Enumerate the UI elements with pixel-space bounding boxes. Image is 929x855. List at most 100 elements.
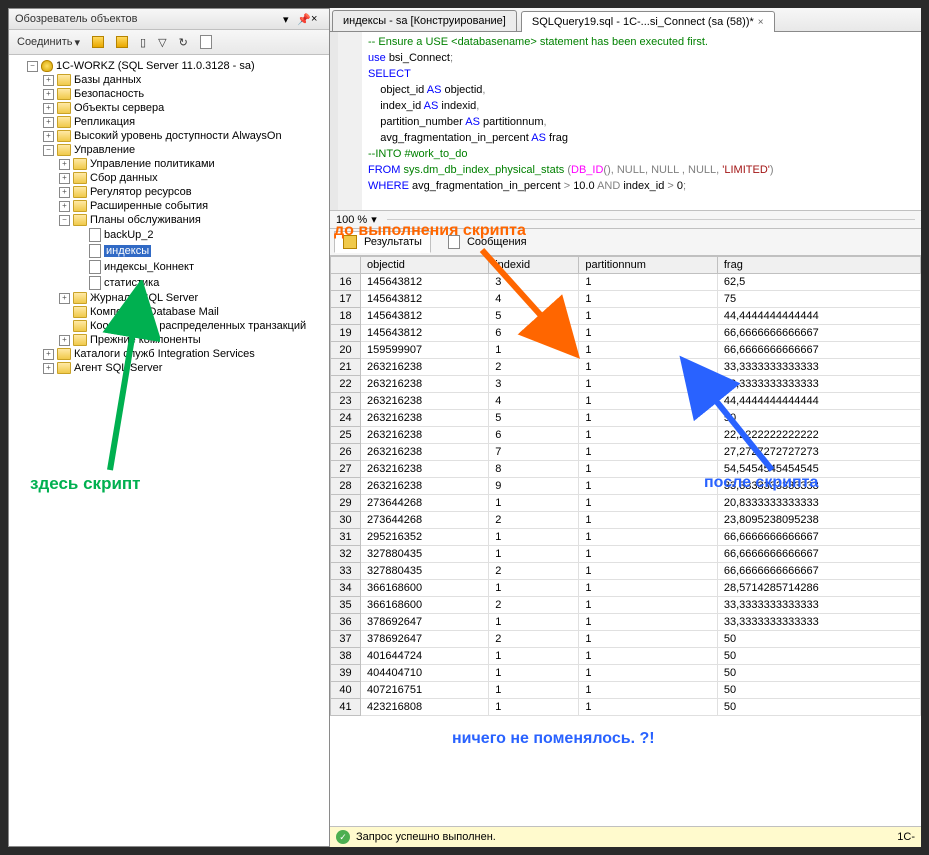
rownum-cell[interactable]: 24 xyxy=(331,410,361,427)
data-cell[interactable]: 145643812 xyxy=(361,274,489,291)
data-cell[interactable]: 1 xyxy=(579,682,718,699)
rownum-cell[interactable]: 25 xyxy=(331,427,361,444)
table-row[interactable]: 171456438124175 xyxy=(331,291,921,308)
data-cell[interactable]: 1 xyxy=(489,699,579,716)
col-indexid[interactable]: indexid xyxy=(489,257,579,274)
table-row[interactable]: 161456438123162,5 xyxy=(331,274,921,291)
col-objectid[interactable]: objectid xyxy=(361,257,489,274)
data-cell[interactable]: 66,6666666666667 xyxy=(717,529,920,546)
data-cell[interactable]: 8 xyxy=(489,461,579,478)
data-cell[interactable]: 1 xyxy=(489,614,579,631)
data-cell[interactable]: 33,3333333333333 xyxy=(717,597,920,614)
data-cell[interactable]: 1 xyxy=(579,614,718,631)
data-cell[interactable]: 4 xyxy=(489,291,579,308)
data-cell[interactable]: 378692647 xyxy=(361,614,489,631)
data-cell[interactable]: 7 xyxy=(489,444,579,461)
sql-editor[interactable]: -- Ensure a USE <databasename> statement… xyxy=(330,32,921,210)
data-cell[interactable]: 1 xyxy=(579,648,718,665)
data-cell[interactable]: 327880435 xyxy=(361,563,489,580)
rownum-cell[interactable]: 31 xyxy=(331,529,361,546)
data-cell[interactable]: 273644268 xyxy=(361,512,489,529)
data-cell[interactable]: 423216808 xyxy=(361,699,489,716)
data-cell[interactable]: 1 xyxy=(579,563,718,580)
data-cell[interactable]: 1 xyxy=(579,546,718,563)
data-cell[interactable]: 33,3333333333333 xyxy=(717,359,920,376)
data-cell[interactable]: 1 xyxy=(579,631,718,648)
rownum-cell[interactable]: 32 xyxy=(331,546,361,563)
collapse-icon[interactable]: − xyxy=(27,61,38,72)
connect-button[interactable]: Соединить ▾ xyxy=(13,34,84,51)
expand-icon[interactable]: + xyxy=(43,89,54,100)
data-cell[interactable]: 263216238 xyxy=(361,410,489,427)
rownum-cell[interactable]: 30 xyxy=(331,512,361,529)
resource-gov-node[interactable]: +Регулятор ресурсов xyxy=(11,185,327,199)
data-cell[interactable]: 1 xyxy=(579,495,718,512)
data-cell[interactable]: 4 xyxy=(489,393,579,410)
data-cell[interactable]: 263216238 xyxy=(361,427,489,444)
expand-icon[interactable]: + xyxy=(59,293,70,304)
data-cell[interactable]: 44,4444444444444 xyxy=(717,393,920,410)
pin-icon[interactable]: 📌 xyxy=(297,13,309,25)
db-mail-node[interactable]: Компонент Database Mail xyxy=(11,305,327,319)
ext-events-node[interactable]: +Расширенные события xyxy=(11,199,327,213)
table-row[interactable]: 343661686001128,5714285714286 xyxy=(331,580,921,597)
rownum-cell[interactable]: 16 xyxy=(331,274,361,291)
table-row[interactable]: 242632162385150 xyxy=(331,410,921,427)
data-cell[interactable]: 263216238 xyxy=(361,359,489,376)
table-row[interactable]: 302736442682123,8095238095238 xyxy=(331,512,921,529)
data-cell[interactable]: 9 xyxy=(489,478,579,495)
table-row[interactable]: 212632162382133,3333333333333 xyxy=(331,359,921,376)
data-cell[interactable]: 54,5454545454545 xyxy=(717,461,920,478)
data-cell[interactable]: 5 xyxy=(489,308,579,325)
data-cell[interactable]: 1 xyxy=(579,274,718,291)
data-cell[interactable]: 366168600 xyxy=(361,597,489,614)
expand-icon[interactable]: + xyxy=(43,131,54,142)
messages-tab[interactable]: Сообщения xyxy=(439,231,536,253)
toolbar-icon-1[interactable] xyxy=(88,34,108,50)
agent-node[interactable]: +Агент SQL Server xyxy=(11,361,327,375)
data-cell[interactable]: 66,6666666666667 xyxy=(717,325,920,342)
collapse-icon[interactable]: − xyxy=(43,145,54,156)
databases-node[interactable]: +Базы данных xyxy=(11,73,327,87)
expand-icon[interactable]: + xyxy=(59,201,70,212)
close-icon[interactable]: × xyxy=(758,17,764,28)
rownum-cell[interactable]: 27 xyxy=(331,461,361,478)
data-cell[interactable]: 1 xyxy=(579,597,718,614)
replication-node[interactable]: +Репликация xyxy=(11,115,327,129)
data-cell[interactable]: 263216238 xyxy=(361,376,489,393)
data-cell[interactable]: 5 xyxy=(489,410,579,427)
data-cell[interactable]: 6 xyxy=(489,325,579,342)
data-cell[interactable]: 263216238 xyxy=(361,444,489,461)
expand-icon[interactable]: + xyxy=(59,187,70,198)
indexes-connect-node[interactable]: индексы_Коннект xyxy=(11,259,327,275)
data-cell[interactable]: 1 xyxy=(489,682,579,699)
expand-icon[interactable]: + xyxy=(43,349,54,360)
data-cell[interactable]: 1 xyxy=(579,427,718,444)
table-row[interactable]: 181456438125144,4444444444444 xyxy=(331,308,921,325)
data-cell[interactable]: 50 xyxy=(717,665,920,682)
data-cell[interactable]: 20,8333333333333 xyxy=(717,495,920,512)
data-cell[interactable]: 1 xyxy=(579,478,718,495)
rownum-cell[interactable]: 41 xyxy=(331,699,361,716)
data-cell[interactable]: 2 xyxy=(489,563,579,580)
expand-icon[interactable]: + xyxy=(43,103,54,114)
data-cell[interactable]: 33,3333333333333 xyxy=(717,478,920,495)
rownum-cell[interactable]: 34 xyxy=(331,580,361,597)
data-cell[interactable]: 1 xyxy=(579,291,718,308)
data-cell[interactable]: 1 xyxy=(489,342,579,359)
data-cell[interactable]: 23,8095238095238 xyxy=(717,512,920,529)
table-row[interactable]: 232632162384144,4444444444444 xyxy=(331,393,921,410)
data-cell[interactable]: 263216238 xyxy=(361,478,489,495)
zoom-level[interactable]: 100 % xyxy=(336,214,367,226)
old-comp-node[interactable]: +Прежние компоненты xyxy=(11,333,327,347)
rownum-cell[interactable]: 36 xyxy=(331,614,361,631)
rownum-cell[interactable]: 35 xyxy=(331,597,361,614)
rownum-cell[interactable]: 39 xyxy=(331,665,361,682)
data-cell[interactable]: 6 xyxy=(489,427,579,444)
data-cell[interactable]: 2 xyxy=(489,631,579,648)
data-cell[interactable]: 1 xyxy=(489,529,579,546)
data-cell[interactable]: 1 xyxy=(489,665,579,682)
data-cell[interactable]: 50 xyxy=(717,648,920,665)
data-cell[interactable]: 44,4444444444444 xyxy=(717,308,920,325)
data-cell[interactable]: 378692647 xyxy=(361,631,489,648)
